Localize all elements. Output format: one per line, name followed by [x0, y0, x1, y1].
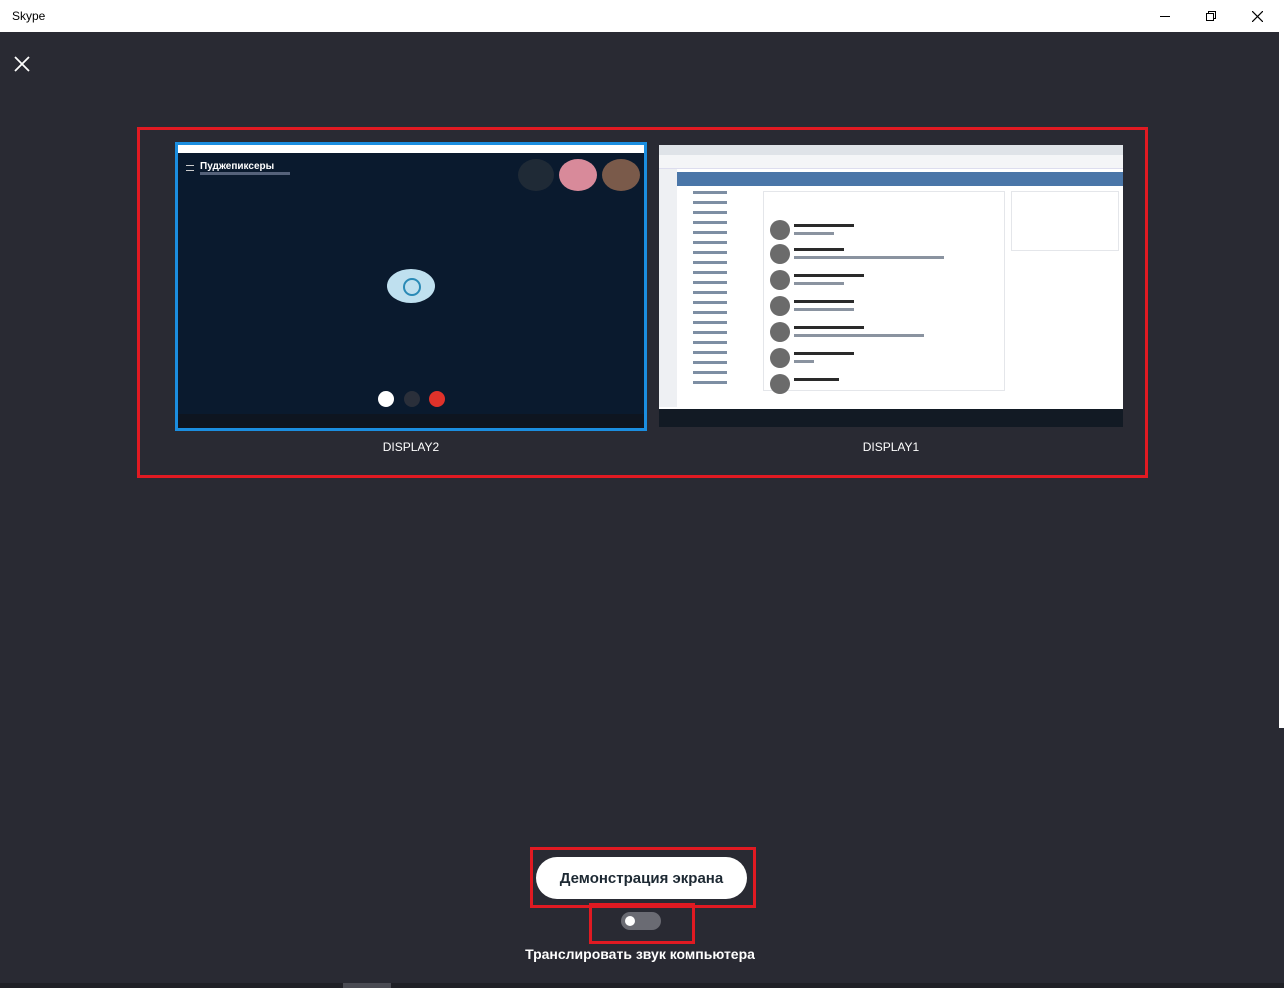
preview-avatar — [518, 159, 554, 191]
preview-vk-menu — [681, 191, 751, 391]
window-edge — [1279, 32, 1284, 728]
preview-avatar — [602, 159, 640, 191]
preview-avatar — [559, 159, 597, 191]
preview-messages-list — [763, 191, 1005, 394]
share-audio-label: Транслировать звук компьютера — [525, 946, 755, 962]
preview-taskbar — [178, 414, 644, 428]
preview-titlebar — [178, 145, 644, 153]
minimize-button[interactable] — [1142, 0, 1188, 32]
title-bar: Skype — [0, 0, 1284, 32]
preview-call-subtitle — [200, 172, 290, 175]
close-share-panel-button[interactable] — [10, 52, 34, 76]
screen-thumbnail-display1[interactable] — [659, 145, 1123, 427]
window-title: Skype — [12, 9, 46, 23]
bottom-strip — [0, 983, 1284, 988]
screen-label-display2: DISPLAY2 — [382, 440, 440, 454]
app-close-icon — [14, 56, 30, 72]
preview-browser-tabs — [659, 145, 1123, 155]
preview-taskbar — [659, 409, 1123, 427]
screen-label-display1: DISPLAY1 — [862, 440, 920, 454]
toggle-knob — [625, 916, 635, 926]
preview-headset-icon — [387, 269, 435, 303]
preview-menu-icon — [186, 165, 194, 171]
minimize-icon — [1160, 16, 1170, 17]
preview-right-panel — [1011, 191, 1119, 251]
preview-mic-icon — [378, 391, 394, 407]
close-button[interactable] — [1234, 0, 1280, 32]
preview-vk-header — [677, 172, 1123, 186]
close-icon — [1251, 10, 1263, 22]
preview-video-icon — [404, 391, 420, 407]
share-audio-toggle[interactable] — [621, 912, 661, 930]
screen-thumbnail-display2[interactable]: Пуджепиксеры — [175, 142, 647, 431]
restore-button[interactable] — [1188, 0, 1234, 32]
preview-end-call-icon — [429, 391, 445, 407]
preview-browser-sidebar — [659, 169, 677, 407]
preview-call-title: Пуджепиксеры — [200, 161, 275, 172]
share-screen-button[interactable]: Демонстрация экрана — [536, 857, 747, 899]
preview-address-bar — [659, 155, 1123, 169]
maximize-icon — [1206, 11, 1216, 21]
